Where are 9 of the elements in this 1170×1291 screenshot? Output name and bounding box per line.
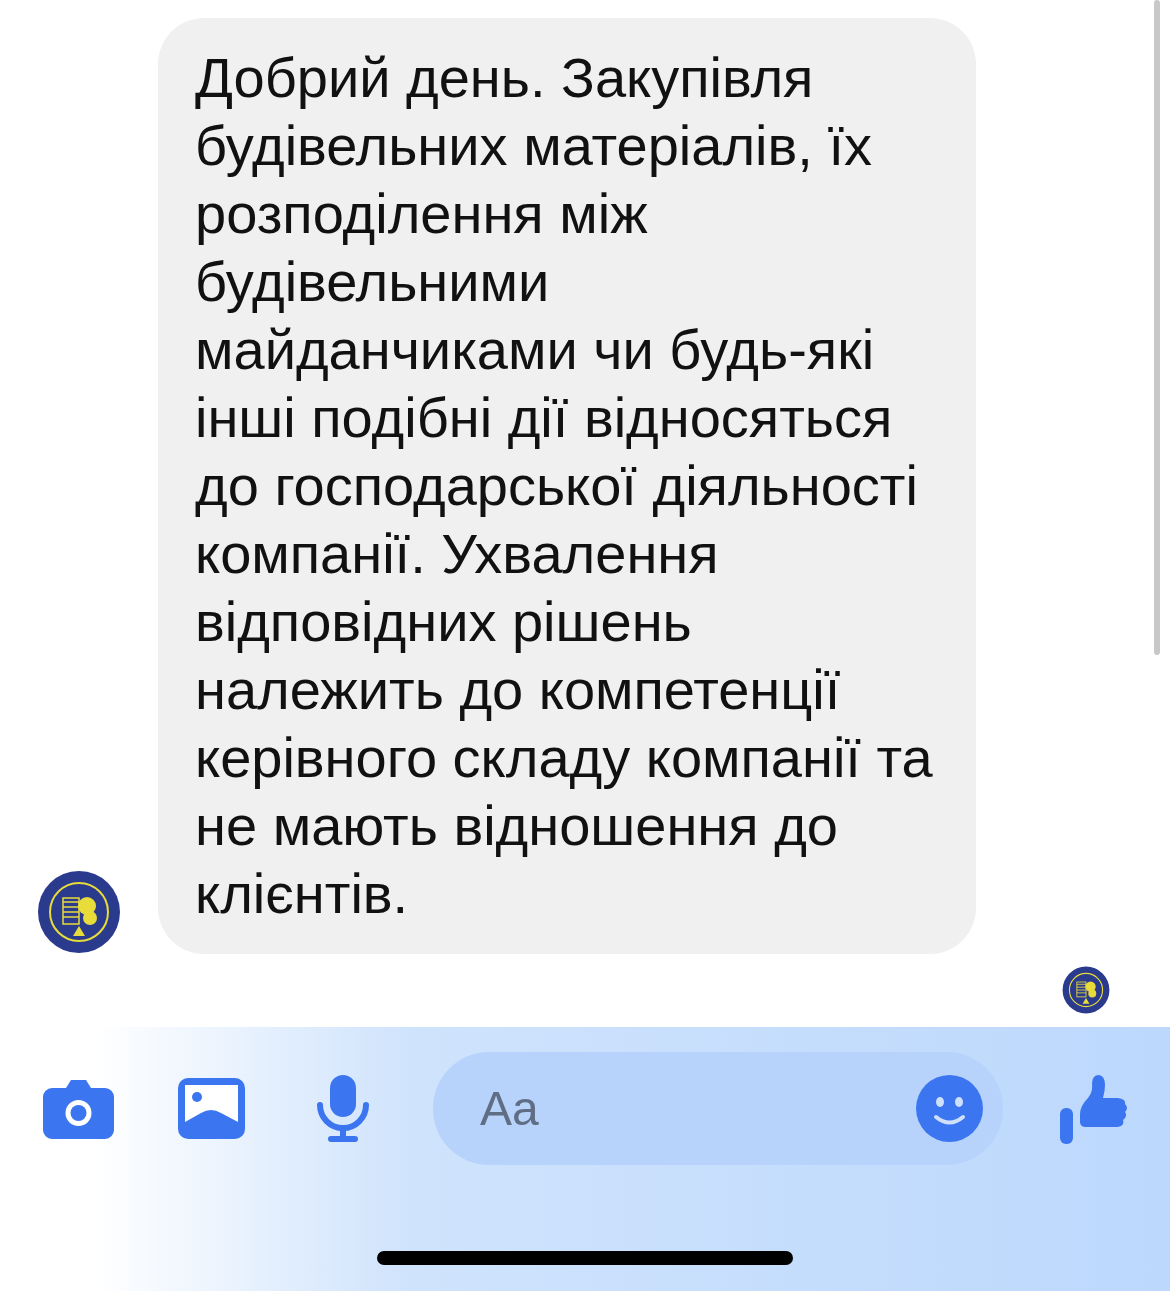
message-bubble: Добрий день. Закупівля будівельних матеріалів, їх розподілення між будівельними майданчиками чи будь-які інші подібні дії відносяться до господарської діяльності компанії. Ухвалення відповідних рішень належить до компетенції керівного складу компанії та не мають відношення до клієнтів. bbox=[158, 18, 976, 954]
thumbs-up-icon[interactable] bbox=[1060, 1073, 1127, 1144]
microphone-icon[interactable] bbox=[315, 1074, 371, 1143]
avatar-icon bbox=[37, 870, 121, 954]
image-icon[interactable] bbox=[178, 1078, 245, 1139]
read-receipt-icon bbox=[1062, 966, 1110, 1014]
emoji-icon[interactable] bbox=[916, 1075, 983, 1142]
message-field[interactable]: Aa bbox=[433, 1052, 1003, 1165]
camera-icon[interactable] bbox=[42, 1078, 115, 1139]
